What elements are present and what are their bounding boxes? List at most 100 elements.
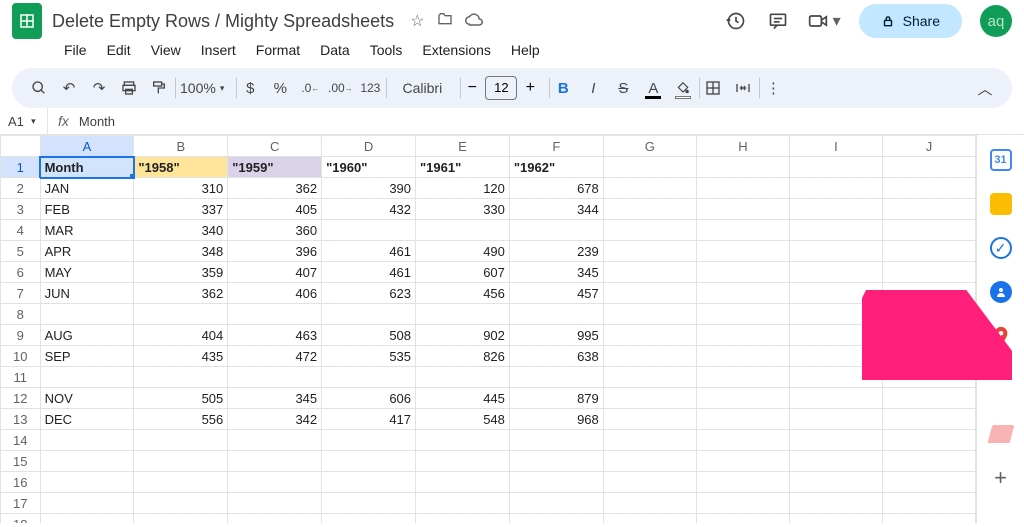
cell-H18[interactable] bbox=[696, 514, 789, 524]
cell-C15[interactable] bbox=[228, 451, 322, 472]
cell-C2[interactable]: 362 bbox=[228, 178, 322, 199]
cell-A3[interactable]: FEB bbox=[40, 199, 134, 220]
cell-A16[interactable] bbox=[40, 472, 134, 493]
cell-I6[interactable] bbox=[789, 262, 882, 283]
menu-format[interactable]: Format bbox=[248, 38, 308, 62]
menu-tools[interactable]: Tools bbox=[362, 38, 411, 62]
eraser-addon-icon[interactable] bbox=[990, 423, 1012, 445]
row-header-1[interactable]: 1 bbox=[1, 157, 41, 178]
cell-F10[interactable]: 638 bbox=[509, 346, 603, 367]
cell-H10[interactable] bbox=[696, 346, 789, 367]
cell-A5[interactable]: APR bbox=[40, 241, 134, 262]
row-header-5[interactable]: 5 bbox=[1, 241, 41, 262]
cell-C9[interactable]: 463 bbox=[228, 325, 322, 346]
cell-F7[interactable]: 457 bbox=[509, 283, 603, 304]
cell-J17[interactable] bbox=[882, 493, 975, 514]
cell-E10[interactable]: 826 bbox=[416, 346, 510, 367]
col-header-E[interactable]: E bbox=[416, 136, 510, 157]
cell-J13[interactable] bbox=[882, 409, 975, 430]
row-header-3[interactable]: 3 bbox=[1, 199, 41, 220]
decrease-decimal-icon[interactable]: .0← bbox=[297, 74, 323, 102]
cell-C16[interactable] bbox=[228, 472, 322, 493]
cell-J12[interactable] bbox=[882, 388, 975, 409]
cell-D5[interactable]: 461 bbox=[322, 241, 416, 262]
cell-H15[interactable] bbox=[696, 451, 789, 472]
cell-D18[interactable] bbox=[322, 514, 416, 524]
cell-D2[interactable]: 390 bbox=[322, 178, 416, 199]
cell-C1[interactable]: "1959" bbox=[228, 157, 322, 178]
merge-button[interactable] bbox=[730, 74, 756, 102]
cell-I2[interactable] bbox=[789, 178, 882, 199]
italic-button[interactable]: I bbox=[580, 74, 606, 102]
cell-A17[interactable] bbox=[40, 493, 134, 514]
format-123-icon[interactable]: 123 bbox=[357, 74, 383, 102]
cell-F5[interactable]: 239 bbox=[509, 241, 603, 262]
decrease-font-icon[interactable]: − bbox=[461, 79, 483, 97]
cell-G4[interactable] bbox=[603, 220, 696, 241]
increase-font-icon[interactable]: + bbox=[519, 79, 541, 97]
cell-B13[interactable]: 556 bbox=[134, 409, 228, 430]
cell-J11[interactable] bbox=[882, 367, 975, 388]
cell-E1[interactable]: "1961" bbox=[416, 157, 510, 178]
col-header-G[interactable]: G bbox=[603, 136, 696, 157]
cell-D6[interactable]: 461 bbox=[322, 262, 416, 283]
menu-edit[interactable]: Edit bbox=[99, 38, 139, 62]
col-header-F[interactable]: F bbox=[509, 136, 603, 157]
cell-H16[interactable] bbox=[696, 472, 789, 493]
cell-E13[interactable]: 548 bbox=[416, 409, 510, 430]
cell-F6[interactable]: 345 bbox=[509, 262, 603, 283]
cell-H17[interactable] bbox=[696, 493, 789, 514]
cell-C13[interactable]: 342 bbox=[228, 409, 322, 430]
row-header-2[interactable]: 2 bbox=[1, 178, 41, 199]
star-icon[interactable]: ☆ bbox=[410, 11, 424, 31]
text-color-button[interactable]: A bbox=[640, 74, 666, 102]
strike-button[interactable]: S bbox=[610, 74, 636, 102]
cell-J18[interactable] bbox=[882, 514, 975, 524]
cell-D10[interactable]: 535 bbox=[322, 346, 416, 367]
cell-F13[interactable]: 968 bbox=[509, 409, 603, 430]
cell-E14[interactable] bbox=[416, 430, 510, 451]
cell-I3[interactable] bbox=[789, 199, 882, 220]
cell-E9[interactable]: 902 bbox=[416, 325, 510, 346]
cell-F11[interactable] bbox=[509, 367, 603, 388]
comment-icon[interactable] bbox=[766, 9, 790, 33]
col-header-J[interactable]: J bbox=[882, 136, 975, 157]
contacts-panel-icon[interactable] bbox=[990, 281, 1012, 303]
cell-C10[interactable]: 472 bbox=[228, 346, 322, 367]
move-icon[interactable] bbox=[437, 11, 453, 32]
cell-J7[interactable] bbox=[882, 283, 975, 304]
cell-G18[interactable] bbox=[603, 514, 696, 524]
menu-view[interactable]: View bbox=[143, 38, 189, 62]
cell-A11[interactable] bbox=[40, 367, 134, 388]
cell-B12[interactable]: 505 bbox=[134, 388, 228, 409]
cell-E15[interactable] bbox=[416, 451, 510, 472]
spreadsheet-grid[interactable]: ABCDEFGHIJ1Month"1958""1959""1960""1961"… bbox=[0, 135, 976, 523]
row-header-17[interactable]: 17 bbox=[1, 493, 41, 514]
font-select[interactable]: Calibri bbox=[387, 74, 457, 102]
cell-G2[interactable] bbox=[603, 178, 696, 199]
cell-C3[interactable]: 405 bbox=[228, 199, 322, 220]
cell-F12[interactable]: 879 bbox=[509, 388, 603, 409]
menu-file[interactable]: File bbox=[56, 38, 95, 62]
cell-E5[interactable]: 490 bbox=[416, 241, 510, 262]
row-header-10[interactable]: 10 bbox=[1, 346, 41, 367]
cell-D11[interactable] bbox=[322, 367, 416, 388]
increase-decimal-icon[interactable]: .00→ bbox=[327, 74, 353, 102]
cell-B8[interactable] bbox=[134, 304, 228, 325]
cell-E6[interactable]: 607 bbox=[416, 262, 510, 283]
col-header-B[interactable]: B bbox=[134, 136, 228, 157]
bold-button[interactable]: B bbox=[550, 74, 576, 102]
cell-E7[interactable]: 456 bbox=[416, 283, 510, 304]
cell-A15[interactable] bbox=[40, 451, 134, 472]
cell-H8[interactable] bbox=[696, 304, 789, 325]
row-header-9[interactable]: 9 bbox=[1, 325, 41, 346]
cell-A9[interactable]: AUG bbox=[40, 325, 134, 346]
cell-A6[interactable]: MAY bbox=[40, 262, 134, 283]
cell-G16[interactable] bbox=[603, 472, 696, 493]
cell-D15[interactable] bbox=[322, 451, 416, 472]
cell-E11[interactable] bbox=[416, 367, 510, 388]
cell-C6[interactable]: 407 bbox=[228, 262, 322, 283]
cell-J16[interactable] bbox=[882, 472, 975, 493]
formula-input[interactable]: Month bbox=[79, 114, 115, 129]
cell-H14[interactable] bbox=[696, 430, 789, 451]
